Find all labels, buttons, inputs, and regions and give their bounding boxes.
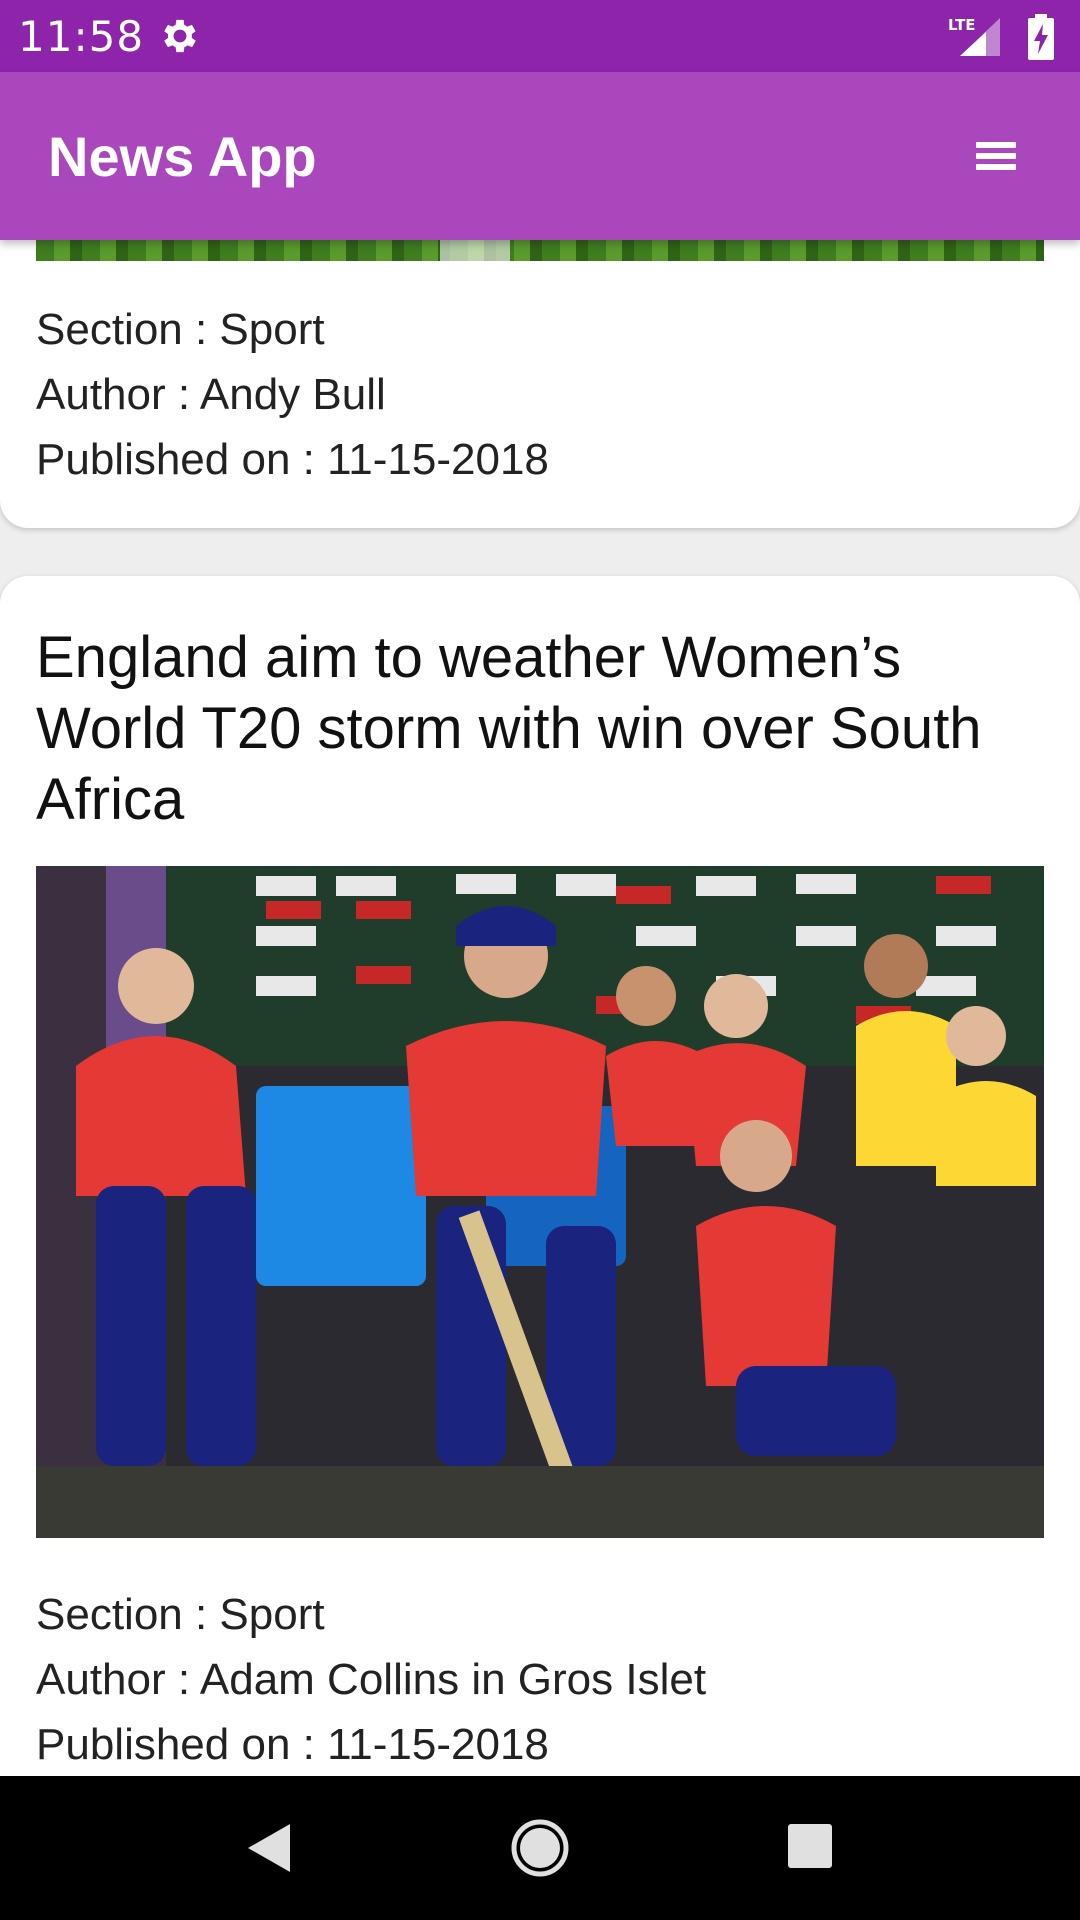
status-time: 11:58	[18, 12, 145, 61]
article-title: England aim to weather Women’s World T20…	[36, 625, 982, 832]
status-bar: 11:58 LTE	[0, 0, 1080, 72]
app-bar: News App	[0, 72, 1080, 240]
article-author: Author : Adam Collins in Gros Islet	[36, 1655, 707, 1704]
article-image-bottom	[36, 240, 1044, 261]
article-author: Author : Andy Bull	[36, 370, 386, 419]
article-published: Published on : 11-15-2018	[36, 435, 549, 484]
recents-icon[interactable]	[786, 1822, 834, 1870]
article-section: Section : Sport	[36, 1590, 325, 1639]
article-published: Published on : 11-15-2018	[36, 1720, 549, 1769]
article-meta: Section : Sport Author : Adam Collins in…	[36, 1582, 706, 1776]
article-meta: Section : Sport Author : Andy Bull Publi…	[36, 297, 549, 492]
lte-label: LTE	[948, 16, 976, 34]
article-section: Section : Sport	[36, 305, 325, 354]
app-title: News App	[48, 125, 317, 188]
article-card[interactable]: Section : Sport Author : Andy Bull Publi…	[0, 240, 1080, 528]
back-icon[interactable]	[240, 1820, 296, 1876]
article-card[interactable]: England aim to weather Women’s World T20…	[0, 576, 1080, 1776]
article-image	[36, 866, 1044, 1538]
battery-charging-icon	[1028, 14, 1054, 60]
navigation-bar	[0, 1776, 1080, 1920]
article-list[interactable]: Section : Sport Author : Andy Bull Publi…	[0, 240, 1080, 1776]
gear-icon	[164, 19, 196, 53]
pitch-line	[440, 240, 510, 261]
lte-signal-icon: LTE	[948, 16, 1000, 56]
home-icon[interactable]	[508, 1816, 572, 1880]
menu-button[interactable]	[960, 120, 1030, 190]
